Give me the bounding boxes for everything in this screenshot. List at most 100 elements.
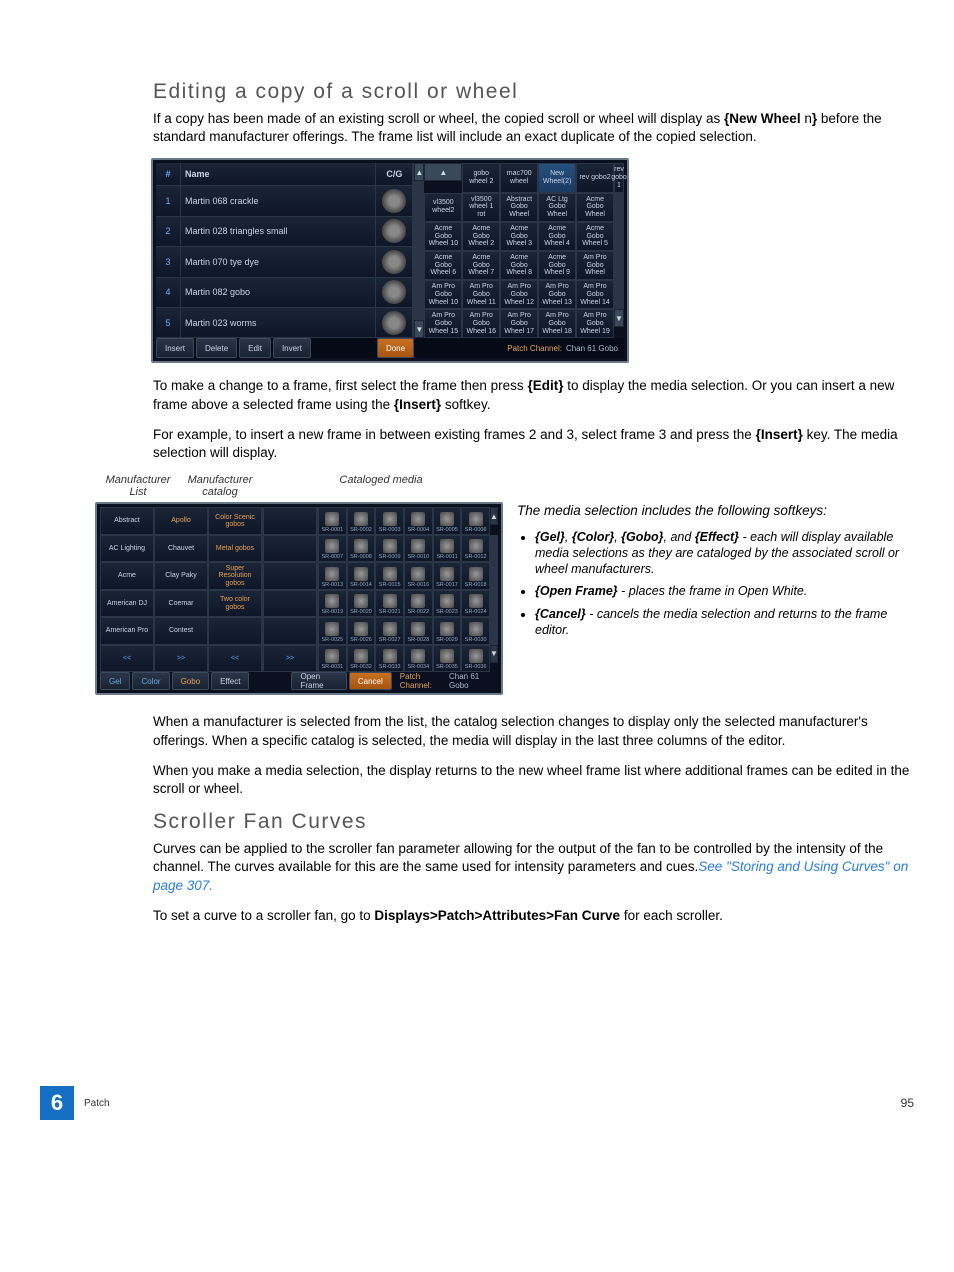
wheel-cell[interactable]: Am Pro Gobo Wheel 13 [538, 280, 576, 309]
open-frame-button[interactable]: Open Frame [291, 672, 346, 690]
media-cell[interactable]: SR-0014 [347, 562, 376, 590]
wheel-cell[interactable]: Am Pro Gobo Wheel 15 [424, 309, 462, 338]
wheel-cell[interactable]: Acme Gobo Wheel 2 [462, 222, 500, 251]
catalog-item[interactable]: Two color gobos [208, 590, 262, 618]
media-cell[interactable]: SR-0018 [461, 562, 490, 590]
wheel-header[interactable]: gobo wheel 2 [462, 163, 500, 192]
media-cell[interactable]: SR-0023 [433, 590, 462, 618]
catalog-item[interactable]: Metal gobos [208, 535, 262, 563]
media-cell[interactable]: SR-0036 [461, 645, 490, 673]
invert-button[interactable]: Invert [273, 338, 311, 358]
media-cell[interactable]: SR-0030 [461, 617, 490, 645]
media-cell[interactable]: SR-0013 [318, 562, 347, 590]
media-cell[interactable]: SR-0035 [433, 645, 462, 673]
page-fwd-button[interactable]: >> [263, 645, 317, 673]
scrollbar[interactable]: ▲ ▼ [414, 163, 424, 338]
scroll-down-icon[interactable]: ▼ [614, 309, 624, 327]
media-cell[interactable]: SR-0002 [347, 507, 376, 535]
scroll-down-icon[interactable]: ▼ [490, 645, 498, 663]
wheel-cell[interactable]: Am Pro Gobo Wheel 14 [576, 280, 614, 309]
wheel-cell[interactable]: Am Pro Gobo Wheel 12 [500, 280, 538, 309]
gobo-button[interactable]: Gobo [172, 672, 210, 690]
mfr-item[interactable]: Apollo [154, 507, 208, 535]
wheel-cell[interactable]: AC Ltg Gobo Wheel [538, 193, 576, 222]
media-cell[interactable]: SR-0004 [404, 507, 433, 535]
wheel-cell[interactable]: Acme Gobo Wheel 7 [462, 251, 500, 280]
gel-button[interactable]: Gel [100, 672, 130, 690]
wheel-cell[interactable]: Acme Gobo Wheel 6 [424, 251, 462, 280]
catalog-item[interactable] [208, 617, 262, 645]
effect-button[interactable]: Effect [211, 672, 249, 690]
media-cell[interactable]: SR-0021 [375, 590, 404, 618]
media-cell[interactable]: SR-0011 [433, 535, 462, 563]
scroll-down-icon[interactable]: ▼ [414, 320, 424, 338]
frame-row[interactable]: 1 Martin 068 crackle [156, 186, 413, 216]
wheel-cell[interactable]: Am Pro Gobo Wheel [576, 251, 614, 280]
media-cell[interactable]: SR-0026 [347, 617, 376, 645]
media-cell[interactable]: SR-0027 [375, 617, 404, 645]
wheel-cell[interactable]: Am Pro Gobo Wheel 16 [462, 309, 500, 338]
mfr-item[interactable]: Clay Paky [154, 562, 208, 590]
mfr-item[interactable]: American Pro [100, 617, 154, 645]
media-cell[interactable]: SR-0020 [347, 590, 376, 618]
delete-button[interactable]: Delete [196, 338, 237, 358]
mfr-item[interactable]: Contest [154, 617, 208, 645]
frame-row[interactable]: 4 Martin 082 gobo [156, 278, 413, 308]
insert-button[interactable]: Insert [156, 338, 194, 358]
edit-button[interactable]: Edit [239, 338, 271, 358]
wheel-cell[interactable]: vl3500 wheel2 [424, 193, 462, 222]
wheel-cell[interactable]: Acme Gobo Wheel 4 [538, 222, 576, 251]
page-fwd-button[interactable]: >> [154, 645, 208, 673]
media-cell[interactable]: SR-0008 [347, 535, 376, 563]
media-cell[interactable]: SR-0009 [375, 535, 404, 563]
wheel-cell[interactable]: vl3500 wheel 1 rot [462, 193, 500, 222]
media-cell[interactable]: SR-0028 [404, 617, 433, 645]
scroll-up-icon[interactable]: ▲ [414, 163, 424, 181]
media-cell[interactable]: SR-0033 [375, 645, 404, 673]
wheel-cell[interactable]: Acme Gobo Wheel 10 [424, 222, 462, 251]
wheel-header[interactable]: mac700 wheel [500, 163, 538, 192]
frame-row[interactable]: 2 Martin 028 triangles small [156, 217, 413, 247]
mfr-item[interactable]: Acme [100, 562, 154, 590]
page-back-button[interactable]: << [208, 645, 262, 673]
media-cell[interactable]: SR-0001 [318, 507, 347, 535]
mfr-item[interactable]: Coemar [154, 590, 208, 618]
mfr-item[interactable]: American DJ [100, 590, 154, 618]
mfr-item[interactable]: Chauvet [154, 535, 208, 563]
color-button[interactable]: Color [132, 672, 169, 690]
frame-row[interactable]: 5 Martin 023 worms [156, 308, 413, 338]
media-cell[interactable]: SR-0015 [375, 562, 404, 590]
wheel-cell[interactable]: Acme Gobo Wheel [576, 193, 614, 222]
catalog-item[interactable]: Color Scenic gobos [208, 507, 262, 535]
media-cell[interactable]: SR-0019 [318, 590, 347, 618]
wheel-cell[interactable]: Am Pro Gobo Wheel 11 [462, 280, 500, 309]
scroll-up-icon[interactable]: ▲ [424, 163, 462, 181]
scroll-up-icon[interactable]: ▲ [490, 507, 498, 525]
page-back-button[interactable]: << [100, 645, 154, 673]
mfr-item[interactable]: AC Lighting [100, 535, 154, 563]
media-cell[interactable]: SR-0017 [433, 562, 462, 590]
media-cell[interactable]: SR-0003 [375, 507, 404, 535]
wheel-cell[interactable]: Acme Gobo Wheel 8 [500, 251, 538, 280]
media-cell[interactable]: SR-0006 [461, 507, 490, 535]
frame-row[interactable]: 3 Martin 070 tye dye [156, 247, 413, 277]
cancel-button[interactable]: Cancel [349, 672, 392, 690]
wheel-cell[interactable]: Acme Gobo Wheel 9 [538, 251, 576, 280]
done-button[interactable]: Done [377, 338, 414, 358]
wheel-cell[interactable]: Am Pro Gobo Wheel 10 [424, 280, 462, 309]
media-cell[interactable]: SR-0034 [404, 645, 433, 673]
media-cell[interactable]: SR-0016 [404, 562, 433, 590]
media-cell[interactable]: SR-0005 [433, 507, 462, 535]
media-cell[interactable]: SR-0010 [404, 535, 433, 563]
media-cell[interactable]: SR-0032 [347, 645, 376, 673]
media-cell[interactable]: SR-0012 [461, 535, 490, 563]
wheel-header[interactable]: rev gobo2 [576, 163, 614, 192]
media-cell[interactable]: SR-0024 [461, 590, 490, 618]
wheel-cell[interactable]: Acme Gobo Wheel 5 [576, 222, 614, 251]
wheel-header[interactable]: New Wheel(2) [538, 163, 576, 192]
wheel-header[interactable]: rev gobo 1 [614, 163, 624, 192]
media-cell[interactable]: SR-0007 [318, 535, 347, 563]
mfr-item[interactable]: Abstract [100, 507, 154, 535]
media-cell[interactable]: SR-0022 [404, 590, 433, 618]
wheel-cell[interactable]: Acme Gobo Wheel 3 [500, 222, 538, 251]
